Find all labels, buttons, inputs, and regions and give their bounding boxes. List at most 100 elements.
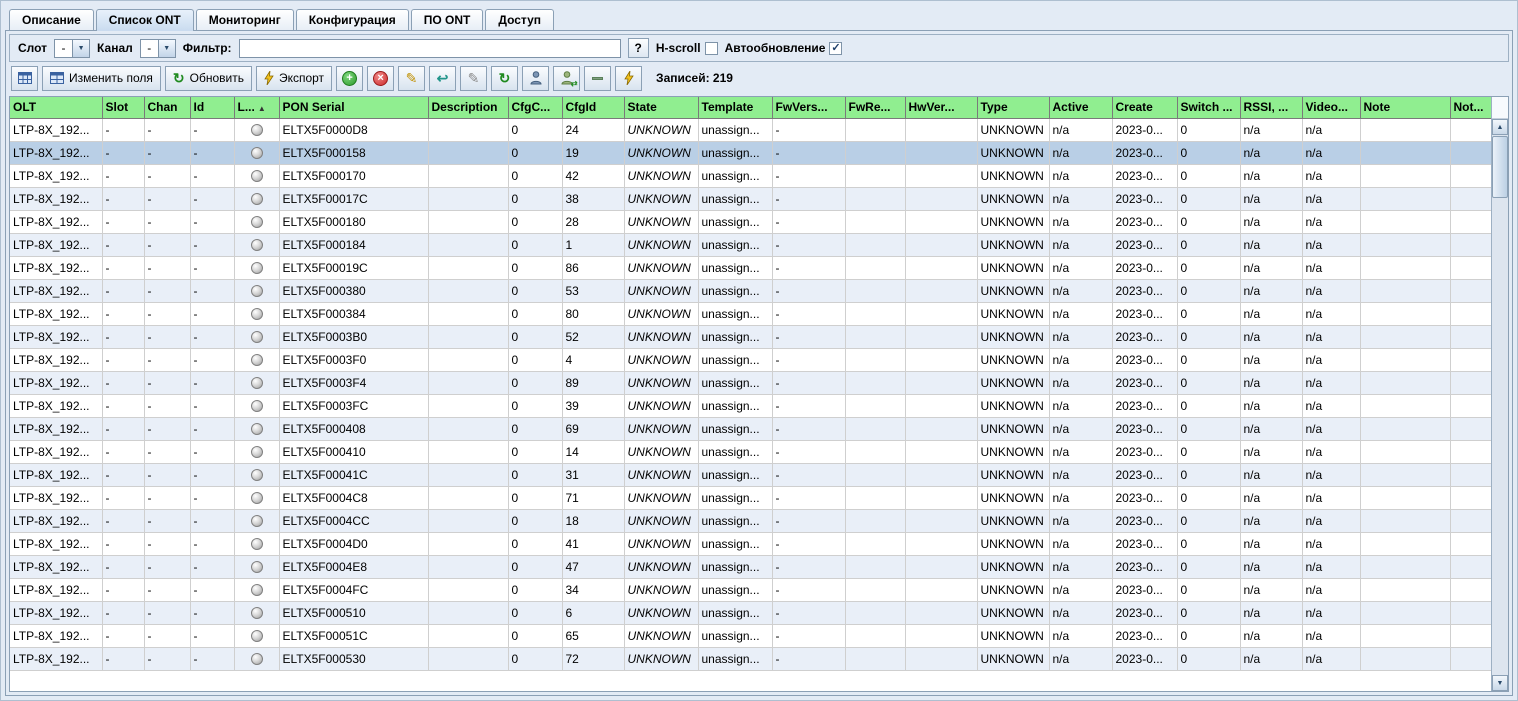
table-row[interactable]: LTP-8X_192...---ELTX5F000410014UNKNOWNun… bbox=[10, 440, 1491, 463]
table-row[interactable]: LTP-8X_192...---ELTX5F0004E8047UNKNOWNun… bbox=[10, 555, 1491, 578]
delete-ont-button[interactable]: × bbox=[367, 66, 394, 91]
column-header-label: L... bbox=[238, 100, 255, 114]
table-row[interactable]: LTP-8X_192...---ELTX5F00041C031UNKNOWNun… bbox=[10, 463, 1491, 486]
link-status-led-icon bbox=[251, 124, 263, 136]
user-button[interactable] bbox=[522, 66, 549, 91]
table-row[interactable]: LTP-8X_192...---ELTX5F0004C8071UNKNOWNun… bbox=[10, 486, 1491, 509]
sync-user-button[interactable]: ⇄ bbox=[553, 66, 580, 91]
cell-template: unassign... bbox=[698, 187, 772, 210]
minus-button[interactable] bbox=[584, 66, 611, 91]
cell-video: n/a bbox=[1302, 279, 1360, 302]
scrollbar-thumb[interactable] bbox=[1492, 136, 1508, 198]
cell-note2 bbox=[1450, 118, 1491, 141]
cell-id: - bbox=[190, 440, 234, 463]
cell-create: 2023-0... bbox=[1112, 440, 1177, 463]
column-header-state[interactable]: State bbox=[624, 97, 698, 118]
ont-table-container: OLTSlotChanIdL...▲PON SerialDescriptionC… bbox=[9, 96, 1509, 692]
export-button[interactable]: Экспорт bbox=[256, 66, 332, 91]
table-row[interactable]: LTP-8X_192...---ELTX5F0004FC034UNKNOWNun… bbox=[10, 578, 1491, 601]
table-row[interactable]: LTP-8X_192...---ELTX5F000408069UNKNOWNun… bbox=[10, 417, 1491, 440]
column-header-rssi[interactable]: RSSI, ... bbox=[1240, 97, 1302, 118]
column-header-hw_version[interactable]: HwVer... bbox=[905, 97, 977, 118]
column-header-video[interactable]: Video... bbox=[1302, 97, 1360, 118]
table-row[interactable]: LTP-8X_192...---ELTX5F0003F4089UNKNOWNun… bbox=[10, 371, 1491, 394]
table-row[interactable]: LTP-8X_192...---ELTX5F000384080UNKNOWNun… bbox=[10, 302, 1491, 325]
table-row[interactable]: LTP-8X_192...---ELTX5F0003FC039UNKNOWNun… bbox=[10, 394, 1491, 417]
cell-video: n/a bbox=[1302, 440, 1360, 463]
column-header-description[interactable]: Description bbox=[428, 97, 508, 118]
column-header-slot[interactable]: Slot bbox=[102, 97, 144, 118]
tab-0[interactable]: Описание bbox=[9, 9, 94, 30]
filter-label: Фильтр: bbox=[183, 41, 232, 55]
column-header-led[interactable]: L...▲ bbox=[234, 97, 279, 118]
cell-slot: - bbox=[102, 394, 144, 417]
cell-description bbox=[428, 417, 508, 440]
chevron-down-icon[interactable]: ▼ bbox=[72, 40, 89, 57]
table-row[interactable]: LTP-8X_192...---ELTX5F00017C038UNKNOWNun… bbox=[10, 187, 1491, 210]
cell-fw_revision bbox=[845, 164, 905, 187]
lightning-button[interactable] bbox=[615, 66, 642, 91]
table-columns-button[interactable] bbox=[11, 66, 38, 91]
column-header-id[interactable]: Id bbox=[190, 97, 234, 118]
column-header-cfg_count[interactable]: CfgC... bbox=[508, 97, 562, 118]
table-row[interactable]: LTP-8X_192...---ELTX5F0003B0052UNKNOWNun… bbox=[10, 325, 1491, 348]
channel-select[interactable]: - ▼ bbox=[140, 39, 176, 58]
edit-ont-button[interactable]: ✎ bbox=[398, 66, 425, 91]
table-row[interactable]: LTP-8X_192...---ELTX5F0004D0041UNKNOWNun… bbox=[10, 532, 1491, 555]
column-header-chan[interactable]: Chan bbox=[144, 97, 190, 118]
cell-rssi: n/a bbox=[1240, 371, 1302, 394]
tab-2[interactable]: Мониторинг bbox=[196, 9, 294, 30]
table-row[interactable]: LTP-8X_192...---ELTX5F00051C065UNKNOWNun… bbox=[10, 624, 1491, 647]
table-row[interactable]: LTP-8X_192...---ELTX5F00019C086UNKNOWNun… bbox=[10, 256, 1491, 279]
table-row[interactable]: LTP-8X_192...---ELTX5F00051006UNKNOWNuna… bbox=[10, 601, 1491, 624]
column-header-fw_revision[interactable]: FwRe... bbox=[845, 97, 905, 118]
tab-5[interactable]: Доступ bbox=[485, 9, 554, 30]
table-row[interactable]: LTP-8X_192...---ELTX5F0004CC018UNKNOWNun… bbox=[10, 509, 1491, 532]
cell-video: n/a bbox=[1302, 325, 1360, 348]
undo-button[interactable]: ↩ bbox=[429, 66, 456, 91]
column-header-fw_version[interactable]: FwVers... bbox=[772, 97, 845, 118]
scroll-down-icon[interactable]: ▼ bbox=[1492, 675, 1508, 691]
help-button[interactable]: ? bbox=[628, 38, 649, 58]
refresh-button[interactable]: ↻ Обновить bbox=[165, 66, 252, 91]
tab-3[interactable]: Конфигурация bbox=[296, 9, 409, 30]
column-header-type[interactable]: Type bbox=[977, 97, 1049, 118]
column-header-active[interactable]: Active bbox=[1049, 97, 1112, 118]
column-header-cfg_id[interactable]: CfgId bbox=[562, 97, 624, 118]
column-header-create[interactable]: Create bbox=[1112, 97, 1177, 118]
add-ont-button[interactable]: + bbox=[336, 66, 363, 91]
column-header-note2[interactable]: Not... bbox=[1450, 97, 1491, 118]
column-header-note[interactable]: Note bbox=[1360, 97, 1450, 118]
filter-input[interactable] bbox=[239, 39, 621, 58]
hscroll-checkbox[interactable] bbox=[705, 42, 718, 55]
cell-description bbox=[428, 578, 508, 601]
edit-config-button[interactable]: ✎ bbox=[460, 66, 487, 91]
reload-table-button[interactable]: ↻ bbox=[491, 66, 518, 91]
chevron-down-icon[interactable]: ▼ bbox=[158, 40, 175, 57]
edit-fields-button[interactable]: Изменить поля bbox=[42, 66, 161, 91]
cell-cfg_id: 18 bbox=[562, 509, 624, 532]
table-row[interactable]: LTP-8X_192...---ELTX5F000530072UNKNOWNun… bbox=[10, 647, 1491, 670]
table-row[interactable]: LTP-8X_192...---ELTX5F0003F004UNKNOWNuna… bbox=[10, 348, 1491, 371]
slot-select[interactable]: - ▼ bbox=[54, 39, 90, 58]
tab-1[interactable]: Список ONT bbox=[96, 9, 194, 31]
autorefresh-checkbox[interactable]: ✓ bbox=[829, 42, 842, 55]
slot-select-value: - bbox=[55, 40, 72, 57]
tab-4[interactable]: ПО ONT bbox=[411, 9, 484, 30]
column-header-pon_serial[interactable]: PON Serial bbox=[279, 97, 428, 118]
cell-switch: 0 bbox=[1177, 601, 1240, 624]
cell-olt: LTP-8X_192... bbox=[10, 187, 102, 210]
table-row[interactable]: LTP-8X_192...---ELTX5F0000D8024UNKNOWNun… bbox=[10, 118, 1491, 141]
column-header-switch[interactable]: Switch ... bbox=[1177, 97, 1240, 118]
table-row[interactable]: LTP-8X_192...---ELTX5F000380053UNKNOWNun… bbox=[10, 279, 1491, 302]
cell-template: unassign... bbox=[698, 210, 772, 233]
scroll-up-icon[interactable]: ▲ bbox=[1492, 119, 1508, 135]
table-row[interactable]: LTP-8X_192...---ELTX5F00018401UNKNOWNuna… bbox=[10, 233, 1491, 256]
table-row[interactable]: LTP-8X_192...---ELTX5F000180028UNKNOWNun… bbox=[10, 210, 1491, 233]
cell-fw_version: - bbox=[772, 187, 845, 210]
column-header-olt[interactable]: OLT bbox=[10, 97, 102, 118]
table-row[interactable]: LTP-8X_192...---ELTX5F000170042UNKNOWNun… bbox=[10, 164, 1491, 187]
column-header-template[interactable]: Template bbox=[698, 97, 772, 118]
vertical-scrollbar[interactable]: ▲ ▼ bbox=[1491, 97, 1508, 691]
table-row[interactable]: LTP-8X_192...---ELTX5F000158019UNKNOWNun… bbox=[10, 141, 1491, 164]
